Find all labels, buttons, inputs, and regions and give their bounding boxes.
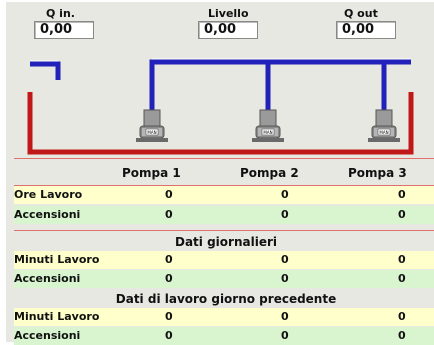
pump-3-icon: MAN [368, 109, 400, 142]
value-pompa-1: 0 [165, 253, 173, 266]
value-pompa-1: 0 [165, 329, 173, 342]
value-pompa-1: 0 [165, 310, 173, 323]
value-pompa-3: 0 [398, 310, 406, 323]
pump-1-icon: MAN [136, 109, 168, 142]
value-pompa-3: 0 [398, 188, 406, 201]
outlet-manifold [149, 59, 411, 114]
row-label: Minuti Lavoro [14, 310, 100, 323]
value-pompa-1: 0 [165, 208, 173, 221]
value-pompa-2: 0 [281, 253, 289, 266]
row-label: Accensioni [14, 329, 81, 342]
table-row-ore-lavoro: Ore Lavoro 0 0 0 [14, 186, 434, 204]
tank-pump-diagram: MAN MAN MAN [27, 58, 414, 155]
table-row-accensioni: Accensioni 0 0 0 [14, 206, 434, 224]
value-pompa-1: 0 [165, 272, 173, 285]
value-pompa-2: 0 [281, 188, 289, 201]
value-pompa-2: 0 [281, 272, 289, 285]
pump-2-badge: MAN [263, 130, 272, 135]
table-row-accensioni-prev: Accensioni 0 0 0 [14, 327, 434, 345]
tank-outline [27, 92, 414, 155]
value-pompa-2: 0 [281, 310, 289, 323]
col-header-pompa-3: Pompa 3 [348, 166, 407, 180]
col-header-pompa-2: Pompa 2 [240, 166, 299, 180]
row-label: Accensioni [14, 208, 81, 221]
pump-2-icon: MAN [252, 109, 284, 142]
section-title-giorno-precedente: Dati di lavoro giorno precedente [115, 292, 337, 306]
value-pompa-2: 0 [281, 329, 289, 342]
value-pompa-3: 0 [398, 329, 406, 342]
table-row-accensioni-daily: Accensioni 0 0 0 [14, 270, 434, 288]
value-pompa-1: 0 [165, 188, 173, 201]
col-header-pompa-1: Pompa 1 [122, 166, 181, 180]
pump-3-badge: MAN [379, 130, 388, 135]
diagram-separator [14, 158, 434, 159]
table-row-minuti-lavoro-prev: Minuti Lavoro 0 0 0 [14, 308, 434, 326]
row-label: Minuti Lavoro [14, 253, 100, 266]
value-pompa-3: 0 [398, 253, 406, 266]
value-pompa-2: 0 [281, 208, 289, 221]
value-pompa-3: 0 [398, 272, 406, 285]
pump-1-badge: MAN [147, 130, 156, 135]
inlet-pipe [30, 61, 61, 80]
row-label: Accensioni [14, 272, 81, 285]
value-pompa-3: 0 [398, 208, 406, 221]
scada-panel: Q in. 0,00 Livello 0,00 Q out 0,00 MAN M… [0, 0, 434, 345]
section-title-dati-giornalieri: Dati giornalieri [175, 235, 277, 249]
section-separator [14, 230, 434, 231]
table-row-minuti-lavoro: Minuti Lavoro 0 0 0 [14, 251, 434, 269]
row-label: Ore Lavoro [14, 188, 83, 201]
